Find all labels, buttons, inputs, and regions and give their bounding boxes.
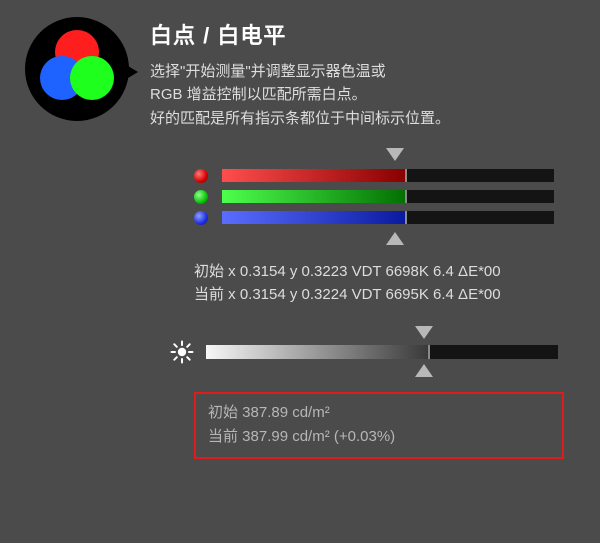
rgb-circles-icon (22, 14, 132, 124)
brightness-target-bottom (206, 364, 558, 378)
chevron-down-icon (386, 148, 404, 161)
desc-line: RGB 增益控制以匹配所需白点。 (150, 83, 450, 106)
sun-icon (170, 340, 194, 364)
target-marker-bottom (222, 232, 554, 246)
chevron-up-icon (415, 364, 433, 377)
green-dot-icon (194, 190, 208, 204)
panel-description: 选择"开始测量"并调整显示器色温或 RGB 增益控制以匹配所需白点。 好的匹配是… (150, 60, 450, 130)
channel-row-red (194, 169, 554, 183)
brightness-target-top (206, 326, 558, 340)
readout-current: 当前 x 0.3154 y 0.3224 VDT 6695K 6.4 ΔE*00 (194, 283, 578, 306)
blue-dot-icon (194, 211, 208, 225)
color-readout: 初始 x 0.3154 y 0.3223 VDT 6698K 6.4 ΔE*00… (194, 260, 578, 307)
brightness-row (170, 340, 558, 364)
green-level-bar (222, 190, 554, 203)
chevron-up-icon (386, 232, 404, 245)
speech-tail-icon (118, 60, 138, 84)
brightness-level (170, 326, 558, 378)
luminance-current: 当前 387.99 cd/m² (+0.03%) (208, 425, 550, 448)
desc-line: 好的匹配是所有指示条都位于中间标示位置。 (150, 107, 450, 130)
readout-initial: 初始 x 0.3154 y 0.3223 VDT 6698K 6.4 ΔE*00 (194, 260, 578, 283)
red-level-bar (222, 169, 554, 182)
white-point-panel: 白点 / 白电平 选择"开始测量"并调整显示器色温或 RGB 增益控制以匹配所需… (0, 0, 600, 483)
chevron-down-icon (415, 326, 433, 339)
rgb-levels (194, 148, 554, 246)
luminance-initial: 初始 387.89 cd/m² (208, 401, 550, 424)
target-marker-top (222, 148, 554, 162)
desc-line: 选择"开始测量"并调整显示器色温或 (150, 60, 450, 83)
luminance-readout: 初始 387.89 cd/m² 当前 387.99 cd/m² (+0.03%) (194, 392, 564, 459)
header: 白点 / 白电平 选择"开始测量"并调整显示器色温或 RGB 增益控制以匹配所需… (22, 14, 578, 130)
channel-row-blue (194, 211, 554, 225)
header-text: 白点 / 白电平 选择"开始测量"并调整显示器色温或 RGB 增益控制以匹配所需… (150, 14, 450, 130)
red-dot-icon (194, 169, 208, 183)
brightness-bar (206, 345, 558, 359)
blue-level-bar (222, 211, 554, 224)
channel-row-green (194, 190, 554, 204)
panel-title: 白点 / 白电平 (150, 18, 450, 50)
